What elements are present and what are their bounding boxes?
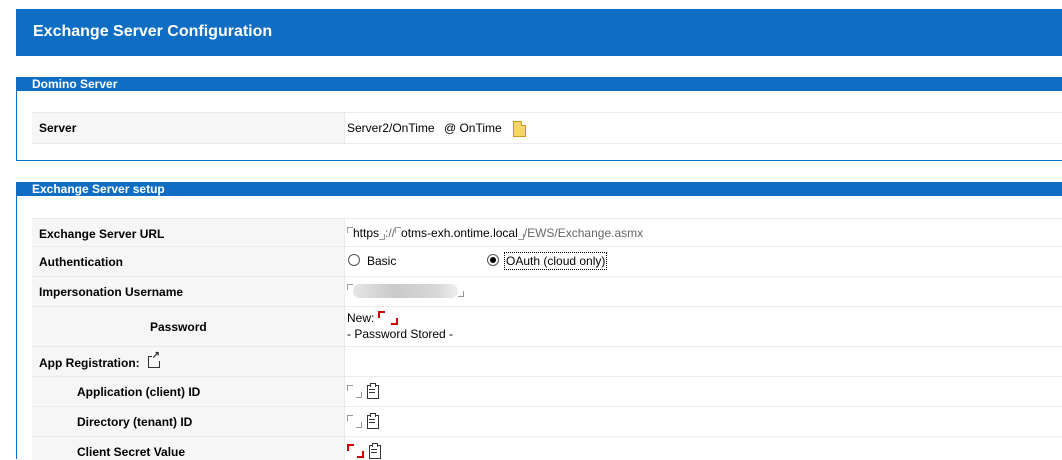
exchange-section-header: Exchange Server setup bbox=[17, 182, 1062, 196]
domino-section-header: Domino Server bbox=[17, 77, 1062, 91]
app-registration-label: App Registration: bbox=[39, 351, 161, 370]
impersonation-row: Impersonation Username bbox=[32, 276, 1062, 308]
password-new-label: New: bbox=[347, 311, 375, 325]
client-secret-row: Client Secret Value bbox=[32, 436, 1062, 460]
authentication-label: Authentication bbox=[39, 255, 123, 269]
password-row: Password New: - Password Stored - bbox=[32, 306, 1062, 348]
server-row: Server Server2/OnTime @ OnTime bbox=[32, 112, 1062, 144]
exchange-server-section: Exchange Server setup Exchange Server UR… bbox=[16, 182, 1062, 460]
server-domain: @ OnTime bbox=[443, 121, 502, 136]
paste-icon[interactable] bbox=[367, 382, 379, 399]
impersonation-username-field[interactable] bbox=[353, 283, 458, 298]
server-label: Server bbox=[39, 121, 77, 135]
auth-basic-option[interactable]: Basic bbox=[348, 253, 396, 268]
server-value: Server2/OnTime bbox=[347, 121, 435, 136]
client-id-label: Application (client) ID bbox=[77, 385, 201, 399]
client-id-row: Application (client) ID bbox=[32, 376, 1062, 408]
auth-oauth-radio[interactable] bbox=[487, 254, 499, 266]
client-secret-label: Client Secret Value bbox=[77, 445, 186, 459]
exchange-url-label: Exchange Server URL bbox=[39, 227, 165, 241]
url-protocol-field[interactable]: https bbox=[353, 226, 379, 240]
external-link-icon[interactable] bbox=[147, 351, 161, 368]
app-registration-row: App Registration: bbox=[32, 346, 1062, 378]
authentication-row: Authentication Basic OAuth (cloud only) bbox=[32, 246, 1062, 278]
password-stored-text: - Password Stored - bbox=[347, 327, 454, 341]
url-separator: :// bbox=[385, 226, 396, 240]
auth-basic-radio[interactable] bbox=[348, 254, 360, 266]
password-label: Password bbox=[150, 320, 207, 334]
paste-icon[interactable] bbox=[367, 412, 379, 429]
document-icon[interactable] bbox=[513, 121, 527, 137]
page-header: Exchange Server Configuration bbox=[16, 9, 1062, 56]
url-host-field[interactable]: otms-exh.ontime.local bbox=[401, 226, 518, 240]
domino-server-section: Domino Server Server Server2/OnTime @ On… bbox=[16, 77, 1062, 161]
tenant-id-row: Directory (tenant) ID bbox=[32, 406, 1062, 438]
auth-oauth-option[interactable]: OAuth (cloud only) bbox=[487, 252, 608, 270]
url-path: /EWS/Exchange.asmx bbox=[523, 226, 644, 240]
page-title: Exchange Server Configuration bbox=[33, 23, 273, 40]
tenant-id-label: Directory (tenant) ID bbox=[77, 415, 193, 429]
impersonation-label: Impersonation Username bbox=[39, 285, 184, 299]
paste-icon[interactable] bbox=[369, 442, 381, 459]
